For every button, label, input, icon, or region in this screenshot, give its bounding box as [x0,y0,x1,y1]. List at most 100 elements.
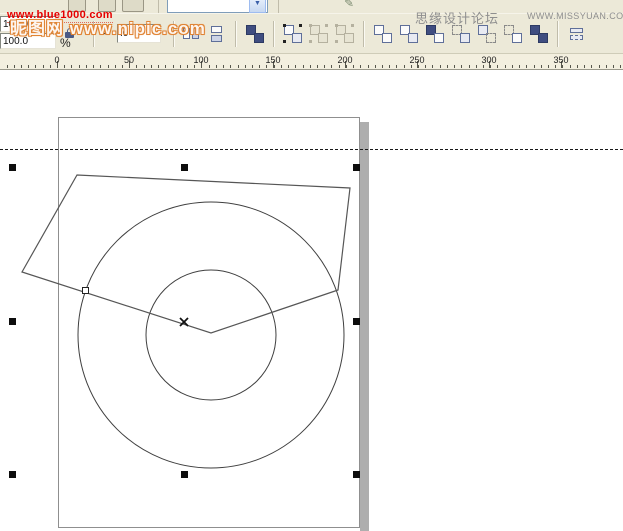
property-bar: % ↺ [0,14,623,54]
weld-button[interactable] [373,24,393,44]
save-icon[interactable] [68,0,86,12]
ruler-minor-tick [512,65,513,68]
ruler-minor-tick [173,65,174,68]
ruler-minor-tick [526,65,527,68]
ruler-number: 0 [54,55,59,65]
ruler-minor-tick [447,65,448,68]
export-icon[interactable] [98,0,116,12]
ruler-minor-tick [108,65,109,68]
ruler-minor-tick [180,65,181,68]
horizontal-ruler[interactable]: 050100150200250300350 [0,54,623,70]
ruler-minor-tick [216,65,217,68]
ruler-minor-tick [21,65,22,68]
ruler-minor-tick [238,65,239,68]
property-bar-buttons [178,20,590,48]
ruler-minor-tick [548,65,549,68]
separator [93,21,95,47]
ruler-minor-tick [43,65,44,68]
separator [235,21,237,47]
selection-handle[interactable] [9,471,16,478]
ruler-minor-tick [122,65,123,68]
combine-shapes-button[interactable] [529,24,549,44]
ruler-minor-tick [591,65,592,68]
ruler-minor-tick [599,65,600,68]
ruler-minor-tick [519,65,520,68]
ruler-minor-tick [432,65,433,68]
selection-handle[interactable] [353,164,360,171]
scale-lock-icon[interactable] [64,27,76,39]
drawing-canvas[interactable] [0,70,623,531]
ruler-minor-tick [324,65,325,68]
scale-horizontal-field[interactable] [0,16,56,32]
ruler-minor-tick [570,65,571,68]
outer-circle-shape[interactable] [78,202,344,468]
ruler-minor-tick [534,65,535,68]
ruler-number: 50 [124,55,134,65]
ruler-minor-tick [310,65,311,68]
separator [173,21,175,47]
combine-button[interactable] [245,24,265,44]
selection-handle[interactable] [353,318,360,325]
ruler-minor-tick [562,65,563,68]
polygon-shape[interactable] [22,175,350,333]
ruler-minor-tick [620,65,621,68]
coreldraw-window: ▼ ✎ % ↺ www.blue1000.com 昵图网 www.nipic.c… [0,0,623,531]
ruler-minor-tick [151,65,152,68]
ruler-minor-tick [454,65,455,68]
ruler-number: 150 [265,55,280,65]
back-minus-front-button[interactable] [503,24,523,44]
mirror-horizontal-button[interactable] [181,24,201,44]
ruler-minor-tick [317,65,318,68]
ruler-minor-tick [331,65,332,68]
simplify-button[interactable] [451,24,471,44]
ruler-minor-tick [245,65,246,68]
toolbar-separator [158,0,159,13]
inner-circle-shape[interactable] [146,270,276,400]
ruler-minor-tick [440,65,441,68]
selection-handle[interactable] [9,318,16,325]
standard-toolbar: ▼ ✎ [0,0,623,14]
pen-icon[interactable]: ✎ [344,0,354,10]
ruler-minor-tick [404,65,405,68]
trim-button[interactable] [399,24,419,44]
selection-handle[interactable] [181,471,188,478]
selection-handle[interactable] [353,471,360,478]
selection-handle[interactable] [9,164,16,171]
ruler-minor-tick [295,65,296,68]
ruler-minor-tick [71,65,72,68]
front-minus-back-button[interactable] [477,24,497,44]
zoom-dropdown-arrow-icon[interactable]: ▼ [249,0,266,13]
shapes-layer [0,70,623,531]
ruler-minor-tick [353,65,354,68]
curve-node-marker[interactable] [82,287,89,294]
to-back-button[interactable] [567,24,587,44]
zoom-level-combo[interactable]: ▼ [167,0,268,13]
ruler-minor-tick [339,65,340,68]
ruler-minor-tick [425,65,426,68]
ruler-minor-tick [223,65,224,68]
ruler-minor-tick [230,65,231,68]
selection-handle[interactable] [181,164,188,171]
ruler-minor-tick [555,65,556,68]
intersect-button[interactable] [425,24,445,44]
ruler-minor-tick [396,65,397,68]
ruler-minor-tick [187,65,188,68]
group-button[interactable] [283,24,303,44]
rotation-angle-field[interactable] [117,24,161,43]
ruler-minor-tick [368,65,369,68]
ruler-minor-tick [505,65,506,68]
ruler-minor-tick [266,65,267,68]
ruler-minor-tick [613,65,614,68]
ruler-minor-tick [483,65,484,68]
ruler-minor-tick [375,65,376,68]
mirror-vertical-button[interactable] [207,24,227,44]
ruler-minor-tick [360,65,361,68]
separator [363,21,365,47]
app-launcher-icon[interactable] [122,0,144,12]
ruler-minor-tick [541,65,542,68]
ruler-number: 250 [409,55,424,65]
ruler-minor-tick [115,65,116,68]
scale-vertical-field[interactable] [0,33,56,49]
separator [273,21,275,47]
ruler-minor-tick [7,65,8,68]
